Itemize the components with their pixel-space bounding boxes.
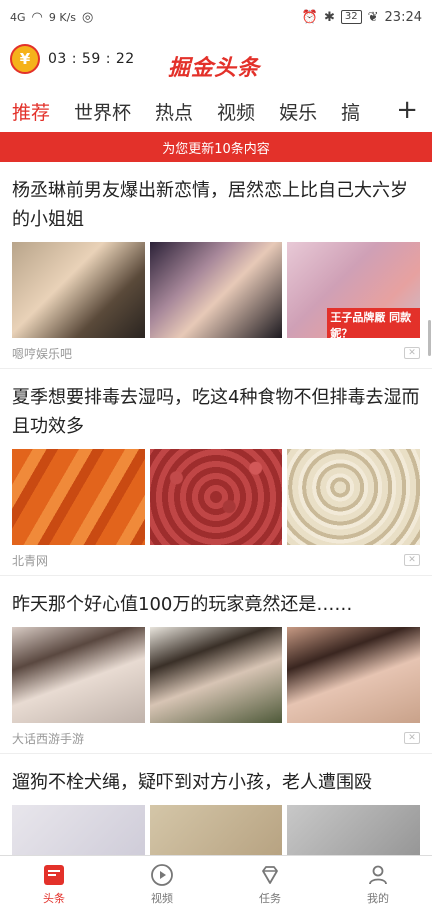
status-bar: 4G ◠ 9 K/s ◎ ⏰ ✱ 32 ❦ 23:24 [0, 0, 432, 34]
list-item[interactable]: 杨丞琳前男友爆出新恋情，居然恋上比自己大六岁的小姐姐 王子品牌厰 同款鈮？ 嗯哼… [0, 162, 432, 369]
tab-hot[interactable]: 热点 [155, 98, 193, 125]
leaf-icon: ❦ [367, 9, 379, 25]
image-overlay-text: 王子品牌厰 同款鈮？ [327, 308, 421, 338]
battery-icon: 32 [340, 10, 362, 24]
headline-icon [44, 864, 64, 885]
nav-headline[interactable]: 头条 [0, 856, 108, 912]
tab-entertainment[interactable]: 娱乐 [279, 98, 317, 125]
list-item[interactable]: 昨天那个好心值100万的玩家竟然还是…… 大话西游手游 ✕ [0, 576, 432, 754]
tab-funny[interactable]: 搞 [341, 98, 360, 125]
tab-video[interactable]: 视频 [217, 98, 255, 125]
bottom-nav: 头条 视频 任务 我的 [0, 855, 432, 912]
signal-text: 4G [10, 10, 26, 24]
person-icon [369, 865, 387, 884]
app-header: ¥ 03 : 59 : 22 掘金头条 [0, 34, 432, 90]
article-image[interactable] [12, 242, 145, 338]
play-icon [151, 863, 173, 886]
alarm-icon: ⏰ [301, 9, 318, 25]
clock-time: 23:24 [384, 9, 422, 25]
nav-video[interactable]: 视频 [108, 856, 216, 912]
article-image[interactable] [149, 627, 283, 723]
add-tab-button[interactable]: + [396, 96, 418, 124]
network-speed: 9 K/s [48, 10, 77, 24]
article-image[interactable]: 王子品牌厰 同款鈮？ [287, 242, 421, 338]
bluetooth-icon: ✱ [323, 9, 335, 25]
category-tabs: 推荐 世界杯 热点 视频 娱乐 搞 + [0, 90, 432, 132]
diamond-icon [262, 865, 278, 884]
app-logo: 掘金头条 [168, 55, 261, 81]
scrollbar[interactable] [428, 320, 431, 356]
article-image[interactable] [149, 449, 283, 545]
article-title[interactable]: 昨天那个好心值100万的玩家竟然还是…… [12, 576, 420, 627]
countdown-timer: 03 : 59 : 22 [48, 51, 135, 67]
tab-world-cup[interactable]: 世界杯 [74, 98, 131, 125]
nav-label: 头条 [43, 891, 65, 905]
article-source: 大话西游手游 [12, 731, 85, 746]
app-notification-icon: ◎ [82, 9, 94, 25]
article-source: 北青网 [12, 553, 49, 568]
status-right: ⏰ ✱ 32 ❦ 23:24 [302, 10, 422, 25]
nav-label: 任务 [259, 891, 281, 905]
article-title[interactable]: 夏季想要排毒去湿吗，吃这4种食物不但排毒去湿而且功效多 [12, 369, 420, 449]
article-images: 王子品牌厰 同款鈮？ [12, 242, 421, 338]
article-images [12, 449, 421, 545]
article-image[interactable] [287, 449, 421, 545]
nav-profile[interactable]: 我的 [324, 856, 432, 912]
list-item[interactable]: 夏季想要排毒去湿吗，吃这4种食物不但排毒去湿而且功效多 北青网 ✕ [0, 369, 432, 576]
dismiss-icon[interactable]: ✕ [404, 732, 420, 744]
wifi-icon: ◠ [31, 9, 43, 25]
coin-icon: ¥ [10, 44, 40, 74]
tab-recommend[interactable]: 推荐 [12, 98, 50, 125]
nav-tasks[interactable]: 任务 [216, 856, 324, 912]
article-image[interactable] [287, 627, 421, 723]
reward-timer[interactable]: ¥ 03 : 59 : 22 [10, 44, 135, 74]
article-image[interactable] [12, 449, 145, 545]
article-image[interactable] [12, 627, 145, 723]
article-images [12, 627, 421, 723]
article-title[interactable]: 遛狗不栓犬绳，疑吓到对方小孩，老人遭围殴 [12, 754, 420, 805]
article-source: 嗯哼娱乐吧 [12, 346, 73, 361]
article-meta: 北青网 ✕ [12, 545, 420, 575]
nav-label: 视频 [151, 891, 173, 905]
article-meta: 大话西游手游 ✕ [12, 723, 420, 753]
dismiss-icon[interactable]: ✕ [404, 554, 420, 566]
news-feed: 杨丞琳前男友爆出新恋情，居然恋上比自己大六岁的小姐姐 王子品牌厰 同款鈮？ 嗯哼… [0, 162, 432, 901]
nav-label: 我的 [367, 891, 389, 905]
article-image[interactable] [149, 242, 283, 338]
dismiss-icon[interactable]: ✕ [404, 347, 420, 359]
article-meta: 嗯哼娱乐吧 ✕ [12, 338, 420, 368]
update-banner: 为您更新10条内容 [0, 132, 432, 162]
article-title[interactable]: 杨丞琳前男友爆出新恋情，居然恋上比自己大六岁的小姐姐 [12, 162, 420, 242]
status-left: 4G ◠ 9 K/s ◎ [10, 10, 93, 25]
